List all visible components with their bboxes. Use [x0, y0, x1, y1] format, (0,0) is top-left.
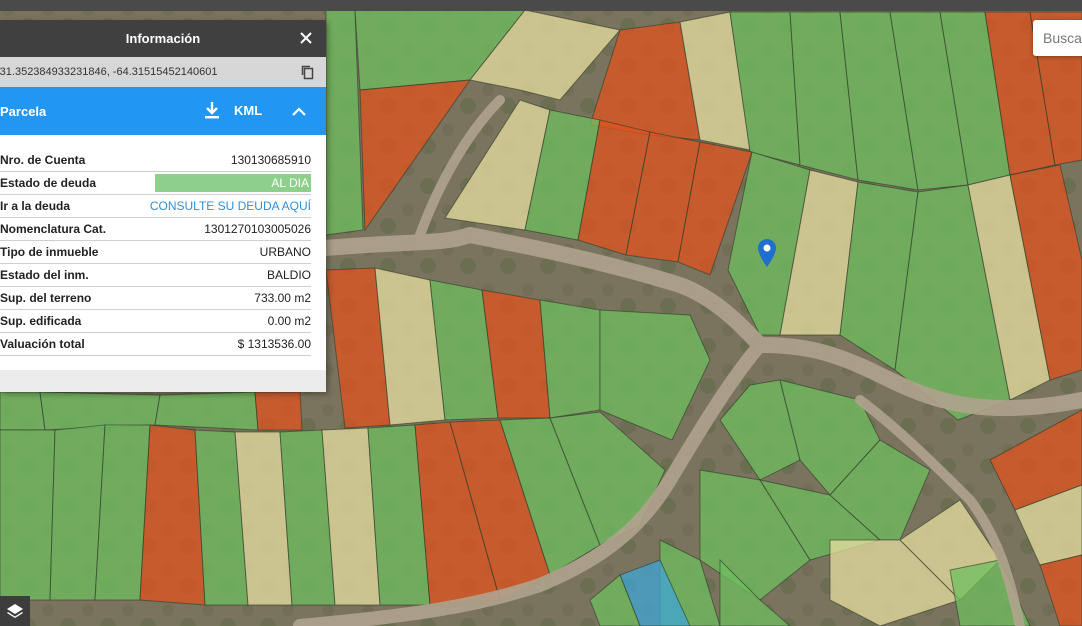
kml-download-button[interactable]: KML [234, 103, 262, 118]
table-row: Estado de deuda AL DIA [0, 172, 311, 195]
debt-status-badge: AL DIA [155, 174, 311, 192]
parcel[interactable] [39, 391, 161, 431]
layers-button[interactable] [0, 596, 30, 626]
search-input[interactable] [1033, 20, 1082, 56]
row-label: Estado del inm. [0, 268, 89, 282]
parcel-attributes-table: Nro. de Cuenta 130130685910 Estado de de… [0, 149, 311, 356]
parcel[interactable] [154, 391, 259, 431]
row-label: Sup. del terreno [0, 291, 92, 305]
table-row: Ir a la deuda CONSULTE SU DEUDA AQUÍ [0, 195, 311, 218]
parcel[interactable] [254, 391, 303, 431]
row-value: BALDIO [266, 268, 311, 282]
search-box[interactable] [1033, 20, 1082, 56]
row-value: 0.00 m2 [267, 314, 311, 328]
row-label: Nomenclatura Cat. [0, 222, 107, 236]
row-label: Sup. edificada [0, 314, 82, 328]
section-title: Parcela [0, 103, 47, 119]
parcel[interactable] [139, 424, 206, 606]
parcel[interactable] [0, 391, 46, 431]
download-icon[interactable] [203, 101, 221, 119]
info-panel-title: Información [125, 31, 201, 46]
row-value: 1301270103005026 [204, 222, 311, 236]
parcela-section-header[interactable]: Parcela KML [0, 87, 326, 135]
copy-icon[interactable] [300, 64, 316, 80]
table-row: Sup. edificada 0.00 m2 [0, 310, 311, 333]
info-panel-footer [0, 370, 326, 392]
coordinates-text: -31.352384933231846, -64.31515452140601 [0, 66, 218, 78]
top-bar [0, 0, 1082, 11]
table-row: Estado del inm. BALDIO [0, 264, 311, 287]
coordinates-row: -31.352384933231846, -64.31515452140601 [0, 57, 326, 87]
row-value: URBANO [259, 245, 311, 259]
table-row: Nro. de Cuenta 130130685910 [0, 149, 311, 172]
row-label: Estado de deuda [0, 176, 97, 190]
row-label: Ir a la deuda [0, 199, 71, 213]
row-label: Nro. de Cuenta [0, 153, 86, 167]
close-button[interactable] [296, 28, 316, 48]
table-row: Sup. del terreno 733.00 m2 [0, 287, 311, 310]
parcel[interactable] [0, 429, 56, 601]
info-panel-header: Información [0, 20, 326, 57]
row-value: 130130685910 [230, 153, 311, 167]
row-label: Valuación total [0, 337, 85, 351]
row-label: Tipo de inmueble [0, 245, 99, 259]
info-panel: Información -31.352384933231846, -64.315… [0, 20, 326, 392]
table-row: Tipo de inmueble URBANO [0, 241, 311, 264]
row-value: $ 1313536.00 [237, 337, 311, 351]
table-row: Nomenclatura Cat. 1301270103005026 [0, 218, 311, 241]
table-row: Valuación total $ 1313536.00 [0, 333, 311, 356]
layers-icon [7, 604, 23, 618]
location-marker-icon[interactable] [758, 239, 776, 267]
row-value: 733.00 m2 [254, 291, 311, 305]
close-icon [300, 32, 312, 44]
debt-link[interactable]: CONSULTE SU DEUDA AQUÍ [150, 199, 311, 213]
parcel[interactable] [539, 299, 601, 419]
chevron-up-icon[interactable] [291, 104, 307, 118]
